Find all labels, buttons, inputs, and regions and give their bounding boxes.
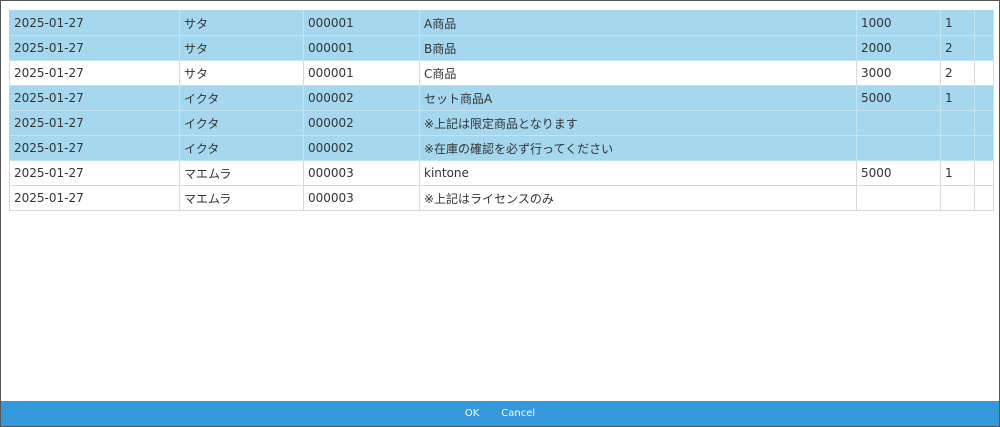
name-cell: サタ <box>179 10 304 36</box>
name-cell: イクタ <box>179 135 304 161</box>
name-cell: マエムラ <box>179 160 304 186</box>
amount-cell: 3000 <box>856 60 941 86</box>
record-table-container: 2025-01-27 サタ 000001 A商品 1000 1 2025-01-27 サタ 00… <box>9 10 994 211</box>
quantity-cell <box>940 135 975 161</box>
empty-cell <box>974 135 994 161</box>
item-cell: kintone <box>419 160 857 186</box>
quantity-cell: 1 <box>940 10 975 36</box>
name-cell: イクタ <box>179 85 304 111</box>
date-cell: 2025-01-27 <box>9 10 180 36</box>
item-cell: セット商品A <box>419 85 857 111</box>
quantity-cell: 2 <box>940 35 975 61</box>
table-row[interactable]: 2025-01-27 マエムラ 000003 kintone 5000 1 <box>9 160 994 186</box>
table-row[interactable]: 2025-01-27 イクタ 000002 ※在庫の確認を必ず行ってください <box>9 135 994 161</box>
quantity-cell: 1 <box>940 160 975 186</box>
name-cell: サタ <box>179 35 304 61</box>
record-table: 2025-01-27 サタ 000001 A商品 1000 1 2025-01-27 サタ 00… <box>9 10 994 211</box>
name-cell: イクタ <box>179 110 304 136</box>
amount-cell: 2000 <box>856 35 941 61</box>
code-cell: 000001 <box>303 10 420 36</box>
amount-cell <box>856 185 941 211</box>
quantity-cell <box>940 110 975 136</box>
date-cell: 2025-01-27 <box>9 60 180 86</box>
item-cell: ※上記は限定商品となります <box>419 110 857 136</box>
record-table-body: 2025-01-27 サタ 000001 A商品 1000 1 2025-01-27 サタ 00… <box>9 10 994 211</box>
selection-dialog: 2025-01-27 サタ 000001 A商品 1000 1 2025-01-27 サタ 00… <box>0 0 1000 427</box>
code-cell: 000002 <box>303 110 420 136</box>
item-cell: C商品 <box>419 60 857 86</box>
item-cell: B商品 <box>419 35 857 61</box>
quantity-cell <box>940 185 975 211</box>
dialog-footer: OK Cancel <box>1 401 999 426</box>
date-cell: 2025-01-27 <box>9 185 180 211</box>
amount-cell <box>856 135 941 161</box>
name-cell: マエムラ <box>179 185 304 211</box>
empty-cell <box>974 85 994 111</box>
amount-cell: 1000 <box>856 10 941 36</box>
item-cell: ※上記はライセンスのみ <box>419 185 857 211</box>
code-cell: 000003 <box>303 160 420 186</box>
empty-cell <box>974 60 994 86</box>
table-row[interactable]: 2025-01-27 イクタ 000002 セット商品A 5000 1 <box>9 85 994 111</box>
table-row[interactable]: 2025-01-27 イクタ 000002 ※上記は限定商品となります <box>9 110 994 136</box>
table-row[interactable]: 2025-01-27 マエムラ 000003 ※上記はライセンスのみ <box>9 185 994 211</box>
date-cell: 2025-01-27 <box>9 110 180 136</box>
empty-cell <box>974 110 994 136</box>
code-cell: 000002 <box>303 85 420 111</box>
empty-cell <box>974 160 994 186</box>
empty-cell <box>974 35 994 61</box>
date-cell: 2025-01-27 <box>9 85 180 111</box>
item-cell: A商品 <box>419 10 857 36</box>
amount-cell <box>856 110 941 136</box>
code-cell: 000001 <box>303 35 420 61</box>
table-row[interactable]: 2025-01-27 サタ 000001 A商品 1000 1 <box>9 10 994 36</box>
date-cell: 2025-01-27 <box>9 160 180 186</box>
code-cell: 000001 <box>303 60 420 86</box>
date-cell: 2025-01-27 <box>9 35 180 61</box>
table-row[interactable]: 2025-01-27 サタ 000001 B商品 2000 2 <box>9 35 994 61</box>
item-cell: ※在庫の確認を必ず行ってください <box>419 135 857 161</box>
amount-cell: 5000 <box>856 85 941 111</box>
amount-cell: 5000 <box>856 160 941 186</box>
empty-cell <box>974 185 994 211</box>
table-row[interactable]: 2025-01-27 サタ 000001 C商品 3000 2 <box>9 60 994 86</box>
ok-button[interactable]: OK <box>465 408 479 419</box>
code-cell: 000002 <box>303 135 420 161</box>
cancel-button[interactable]: Cancel <box>501 408 535 419</box>
empty-cell <box>974 10 994 36</box>
quantity-cell: 1 <box>940 85 975 111</box>
name-cell: サタ <box>179 60 304 86</box>
quantity-cell: 2 <box>940 60 975 86</box>
date-cell: 2025-01-27 <box>9 135 180 161</box>
code-cell: 000003 <box>303 185 420 211</box>
